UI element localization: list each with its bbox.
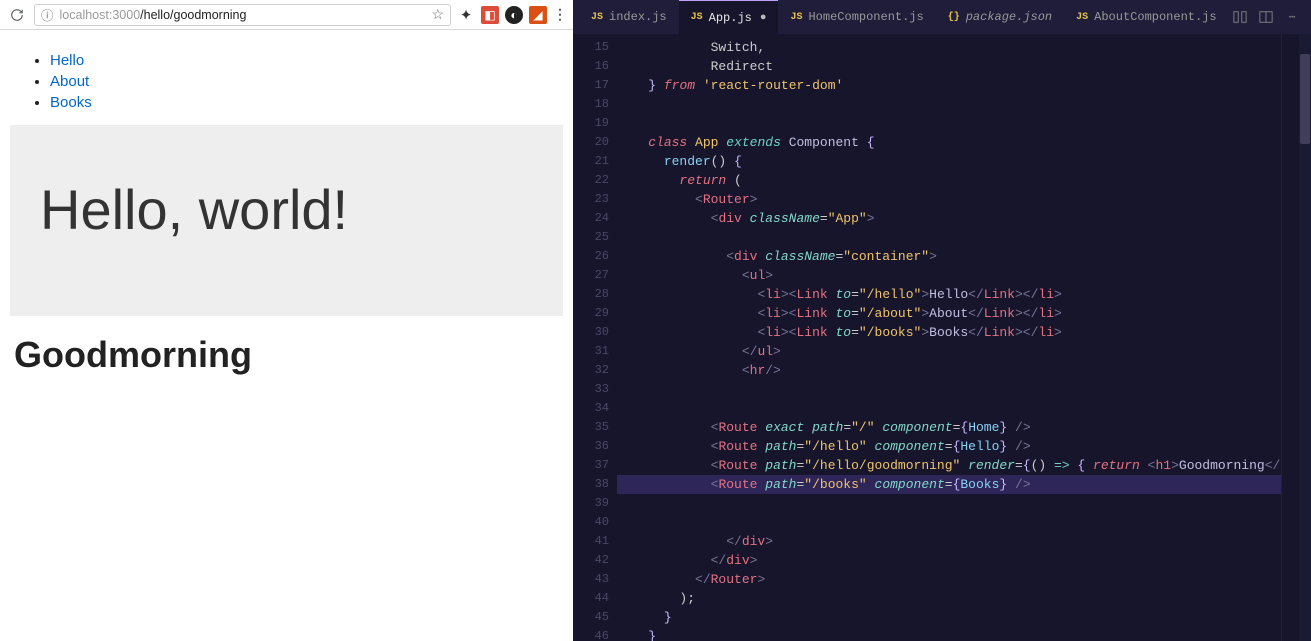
nav-item: Hello	[50, 52, 563, 69]
editor-tab[interactable]: JS App.js ●	[679, 0, 779, 34]
code-line[interactable]: <Route path="/hello" component={Hello} /…	[617, 437, 1281, 456]
code-line[interactable]: class App extends Component {	[617, 133, 1281, 152]
code-line[interactable]	[617, 95, 1281, 114]
nav-item: Books	[50, 94, 563, 111]
nav-list: Hello About Books	[10, 52, 563, 111]
minimap[interactable]	[1281, 34, 1299, 641]
code-line[interactable]: <ul>	[617, 266, 1281, 285]
code-line[interactable]: return (	[617, 171, 1281, 190]
info-icon: ⓘ	[41, 5, 54, 24]
bookmark-star-icon[interactable]: ☆	[431, 6, 444, 23]
address-bar[interactable]: ⓘ localhost:3000/hello/goodmorning ☆	[34, 4, 451, 26]
code-line[interactable]: <div className="container">	[617, 247, 1281, 266]
more-icon[interactable]: ⋯	[1283, 8, 1301, 26]
scroll-thumb[interactable]	[1300, 54, 1310, 144]
tab-label: HomeComponent.js	[808, 10, 923, 24]
editor-tab[interactable]: JS HomeComponent.js	[778, 0, 935, 34]
code-line[interactable]: Redirect	[617, 57, 1281, 76]
code-line[interactable]	[617, 114, 1281, 133]
js-file-icon: JS	[691, 12, 703, 23]
line-gutter: 1516171819202122232425262728293031323334…	[573, 34, 617, 641]
nav-link-about[interactable]: About	[50, 73, 89, 90]
code-line[interactable]: } from 'react-router-dom'	[617, 76, 1281, 95]
nav-link-hello[interactable]: Hello	[50, 52, 84, 69]
extension-icon[interactable]: ◐	[505, 6, 523, 24]
code-area[interactable]: Switch, Redirect } from 'react-router-do…	[617, 34, 1281, 641]
editor-pane: JS index.js JS App.js ● JS HomeComponent.js {} p…	[573, 0, 1311, 641]
code-editor[interactable]: 1516171819202122232425262728293031323334…	[573, 34, 1311, 641]
code-line[interactable]: </ul>	[617, 342, 1281, 361]
page-heading: Goodmorning	[10, 334, 563, 376]
code-line[interactable]: Switch,	[617, 38, 1281, 57]
split-editor-icon[interactable]	[1257, 8, 1275, 26]
tab-label: AboutComponent.js	[1094, 10, 1216, 24]
code-line[interactable]: </div>	[617, 551, 1281, 570]
browser-pane: ⓘ localhost:3000/hello/goodmorning ☆ ✦ ◧…	[0, 0, 573, 641]
json-file-icon: {}	[948, 12, 960, 23]
nav-link-books[interactable]: Books	[50, 94, 92, 111]
editor-tab[interactable]: JS index.js	[579, 0, 679, 34]
nav-item: About	[50, 73, 563, 90]
code-line[interactable]: <li><Link to="/hello">Hello</Link></li>	[617, 285, 1281, 304]
code-line[interactable]: }	[617, 608, 1281, 627]
code-line[interactable]: );	[617, 589, 1281, 608]
js-file-icon: JS	[790, 12, 802, 23]
editor-tab[interactable]: {} package.json	[936, 0, 1064, 34]
code-line[interactable]: <li><Link to="/about">About</Link></li>	[617, 304, 1281, 323]
extension-icon[interactable]: ◢	[529, 6, 547, 24]
tab-toolbar: ⋯	[1231, 8, 1311, 26]
tab-label: App.js	[709, 11, 752, 25]
code-line[interactable]: render() {	[617, 152, 1281, 171]
code-line[interactable]: <li><Link to="/books">Books</Link></li>	[617, 323, 1281, 342]
code-line[interactable]: </div>	[617, 532, 1281, 551]
code-line[interactable]: <Route path="/hello/goodmorning" render=…	[617, 456, 1281, 475]
code-line[interactable]	[617, 399, 1281, 418]
tab-close-icon[interactable]: ●	[760, 12, 767, 24]
browser-menu-icon[interactable]: ⋮	[553, 6, 567, 23]
code-line[interactable]	[617, 228, 1281, 247]
js-file-icon: JS	[591, 12, 603, 23]
page-content: Hello About Books Hello, world! Goodmorn…	[0, 30, 573, 641]
tab-label: package.json	[966, 10, 1052, 24]
editor-tab[interactable]: JS AboutComponent.js	[1064, 0, 1228, 34]
code-line[interactable]	[617, 380, 1281, 399]
code-line[interactable]	[617, 513, 1281, 532]
jumbotron-heading: Hello, world!	[40, 177, 533, 242]
editor-tabs: JS index.js JS App.js ● JS HomeComponent.js {} p…	[573, 0, 1311, 34]
jumbotron: Hello, world!	[10, 125, 563, 316]
code-line[interactable]: <Route exact path="/" component={Home} /…	[617, 418, 1281, 437]
extension-icon[interactable]: ◧	[481, 6, 499, 24]
tab-label: index.js	[609, 10, 667, 24]
js-file-icon: JS	[1076, 12, 1088, 23]
code-line[interactable]: }	[617, 627, 1281, 641]
code-line[interactable]: <div className="App">	[617, 209, 1281, 228]
code-line[interactable]: <Router>	[617, 190, 1281, 209]
reload-button[interactable]	[6, 4, 28, 26]
browser-toolbar: ⓘ localhost:3000/hello/goodmorning ☆ ✦ ◧…	[0, 0, 573, 30]
scrollbar-vertical[interactable]	[1299, 34, 1311, 641]
compare-icon[interactable]	[1231, 8, 1249, 26]
extension-icon[interactable]: ✦	[457, 6, 475, 24]
code-line[interactable]	[617, 494, 1281, 513]
url-text: localhost:3000/hello/goodmorning	[60, 8, 247, 22]
code-line[interactable]: <hr/>	[617, 361, 1281, 380]
code-line[interactable]: <Route path="/books" component={Books} /…	[617, 475, 1281, 494]
code-line[interactable]: </Router>	[617, 570, 1281, 589]
